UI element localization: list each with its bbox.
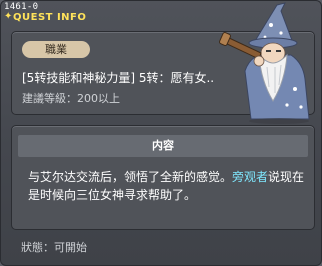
- quest-level-requirement: 建議等級：200以上: [22, 92, 120, 105]
- quest-content-panel: 内容 与艾尔达交流后，领悟了全新的感觉。旁观者说现在是时候向三位女神寻求帮助了。: [11, 125, 315, 230]
- highlighted-npc-name[interactable]: 旁观者: [232, 170, 268, 184]
- quest-description: 与艾尔达交流后，领悟了全新的感觉。旁观者说现在是时候向三位女神寻求帮助了。: [28, 168, 306, 204]
- quest-status: 狀態：可開始: [21, 241, 87, 254]
- title-star-icon: ✦: [4, 11, 13, 22]
- quest-info-window: 1461-0 ✦ QUEST INFO 職業 [5转技能和神秘力量] 5转：愿有…: [0, 0, 322, 266]
- description-text-1: 与艾尔达交流后，领悟了全新的感觉。: [28, 170, 233, 184]
- quest-name: [5转技能和神秘力量] 5转：愿有女..: [22, 71, 215, 85]
- window-title: QUEST INFO: [13, 12, 87, 23]
- content-header: 内容: [18, 135, 308, 157]
- quest-category-badge: 職業: [22, 41, 90, 58]
- wizard-npc-icon: [219, 2, 310, 124]
